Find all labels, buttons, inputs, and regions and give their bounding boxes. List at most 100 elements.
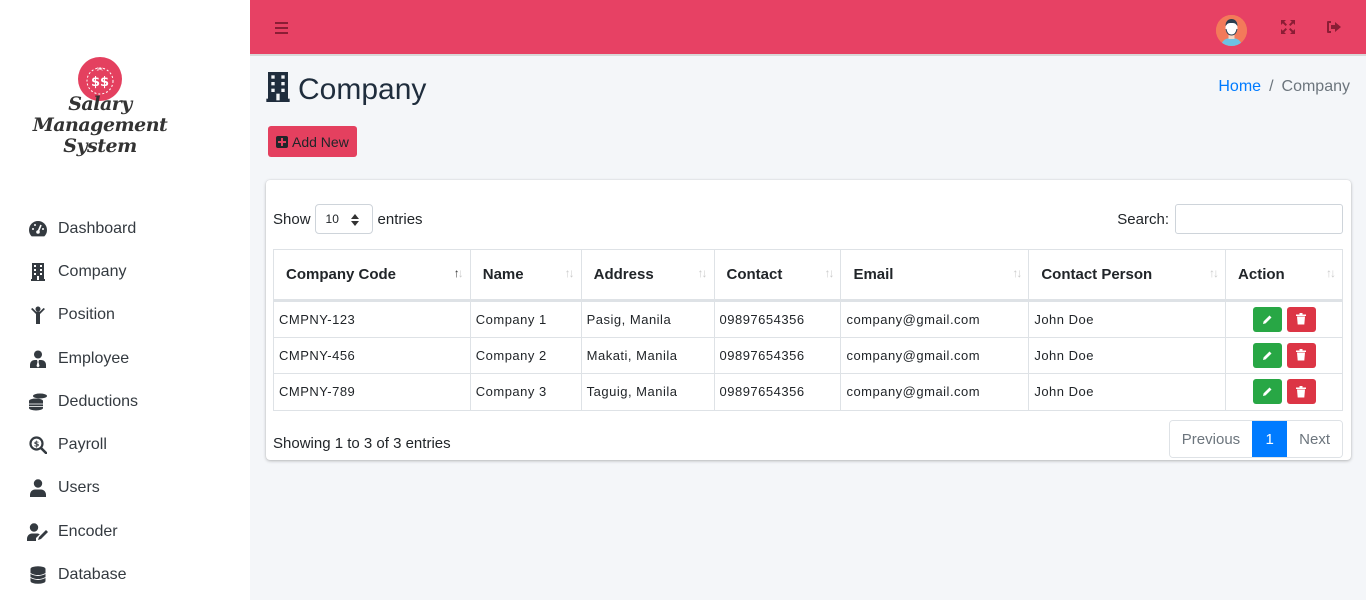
- cell-contact: 09897654356: [713, 336, 842, 375]
- cell-contact: 09897654356: [713, 373, 842, 411]
- sort-icon: ↑↓: [564, 266, 575, 280]
- trash-icon: [1296, 349, 1307, 361]
- user-icon: [26, 478, 50, 498]
- sidebar-item-label: Encoder: [58, 522, 118, 540]
- sidebar-item-encoder[interactable]: Encoder: [0, 510, 250, 553]
- cell-email: company@gmail.com: [840, 336, 1030, 375]
- coins-icon: [26, 392, 50, 412]
- page-title-text: Company: [298, 72, 427, 106]
- sidebar-item-database[interactable]: Database: [0, 553, 250, 596]
- dashboard-gauge-icon: [26, 219, 50, 239]
- sidebar-item-label: Position: [58, 306, 115, 324]
- sidebar-item-label: Company: [58, 262, 127, 280]
- table-row: CMPNY-456 Company 2 Makati, Manila 09897…: [273, 336, 1343, 375]
- expand-icon[interactable]: [1280, 19, 1298, 37]
- company-table-card: Show 10 entries Search: Company Code ↑↓ N…: [266, 180, 1351, 460]
- sort-icon: ↑↓: [697, 266, 708, 280]
- pencil-icon: [1262, 315, 1272, 324]
- edit-button[interactable]: [1252, 306, 1282, 332]
- brand-line-1: Salary Management: [32, 93, 168, 136]
- cell-actions: [1225, 373, 1343, 411]
- column-header-email[interactable]: Email ↑↓: [840, 249, 1030, 302]
- sidebar-item-label: Dashboard: [58, 219, 137, 237]
- search-control: Search:: [1117, 204, 1343, 234]
- cell-company-code: CMPNY-456: [273, 336, 471, 375]
- show-label: Show: [273, 210, 311, 228]
- delete-button[interactable]: [1286, 379, 1316, 405]
- search-input[interactable]: [1175, 204, 1343, 234]
- sign-out-icon[interactable]: [1325, 19, 1343, 37]
- sidebar-item-position[interactable]: Position: [0, 294, 250, 337]
- cell-contact-person: John Doe: [1028, 300, 1227, 338]
- add-new-button[interactable]: Add New: [268, 126, 357, 157]
- page-1-button[interactable]: 1: [1252, 421, 1288, 457]
- pencil-icon: [1262, 387, 1272, 397]
- sidebar-item-employee[interactable]: Employee: [0, 337, 250, 380]
- trash-icon: [1296, 385, 1307, 398]
- sidebar-item-dashboard[interactable]: Dashboard: [0, 207, 250, 250]
- cell-contact-person: John Doe: [1028, 373, 1227, 411]
- column-header-contact-person[interactable]: Contact Person ↑↓: [1028, 249, 1227, 302]
- building-icon: [266, 72, 290, 107]
- hamburger-icon[interactable]: [274, 20, 290, 36]
- trash-icon: [1296, 313, 1307, 325]
- sidebar: $$ ✂ Salary Management System Dashboard …: [0, 0, 250, 600]
- add-new-label: Add New: [292, 133, 349, 150]
- column-label: Action: [1238, 266, 1285, 283]
- top-navbar: [250, 0, 1366, 56]
- sidebar-item-users[interactable]: Users: [0, 467, 250, 510]
- cell-company-code: CMPNY-123: [273, 300, 471, 338]
- sidebar-item-company[interactable]: Company: [0, 250, 250, 293]
- page-length-value: 10: [325, 212, 339, 226]
- table-header-row: Company Code ↑↓ Name ↑↓ Address ↑↓ Contact ↑…: [273, 249, 1343, 302]
- avatar-icon[interactable]: [1216, 15, 1247, 46]
- column-header-name[interactable]: Name ↑↓: [469, 249, 582, 302]
- cell-name: Company 1: [469, 300, 582, 338]
- cell-contact: 09897654356: [713, 300, 842, 338]
- next-page-button[interactable]: Next: [1287, 421, 1342, 457]
- cell-address: Makati, Manila: [580, 336, 715, 375]
- column-header-contact[interactable]: Contact ↑↓: [713, 249, 842, 302]
- cell-email: company@gmail.com: [840, 373, 1030, 411]
- cell-name: Company 2: [469, 336, 582, 375]
- cell-address: Pasig, Manila: [580, 300, 715, 338]
- sidebar-item-deductions[interactable]: Deductions: [0, 380, 250, 423]
- column-label: Email: [853, 266, 894, 283]
- entries-label: entries: [377, 210, 423, 228]
- table-row: CMPNY-789 Company 3 Taguig, Manila 09897…: [273, 373, 1343, 411]
- page-length-control: Show 10 entries: [273, 204, 423, 234]
- column-header-action[interactable]: Action ↑↓: [1225, 249, 1343, 302]
- breadcrumb-separator: /: [1269, 78, 1274, 95]
- user-tie-icon: [26, 349, 50, 369]
- sidebar-item-label: Employee: [58, 349, 130, 367]
- sidebar-item-label: Users: [58, 479, 100, 497]
- delete-button[interactable]: [1286, 306, 1316, 332]
- sidebar-item-label: Payroll: [58, 436, 107, 454]
- sidebar-item-label: Deductions: [58, 392, 139, 410]
- column-header-company-code[interactable]: Company Code ↑↓: [273, 249, 471, 302]
- previous-page-button[interactable]: Previous: [1169, 421, 1253, 457]
- sort-icon: ↑↓: [453, 266, 464, 280]
- sidebar-item-payroll[interactable]: $ Payroll: [0, 423, 250, 466]
- table-row: CMPNY-123 Company 1 Pasig, Manila 098976…: [273, 300, 1343, 338]
- cell-email: company@gmail.com: [840, 300, 1030, 338]
- table-info: Showing 1 to 3 of 3 entries: [273, 435, 451, 452]
- brand[interactable]: $$ ✂ Salary Management System: [0, 56, 200, 157]
- page-length-select[interactable]: 10: [314, 204, 373, 234]
- sort-icon: ↑↓: [1209, 266, 1219, 280]
- svg-text:$: $: [34, 440, 40, 449]
- cell-address: Taguig, Manila: [580, 373, 715, 411]
- breadcrumb-current: Company: [1281, 78, 1350, 95]
- column-header-address[interactable]: Address ↑↓: [580, 249, 715, 302]
- breadcrumb-home-link[interactable]: Home: [1218, 78, 1261, 96]
- column-label: Contact Person: [1041, 266, 1153, 283]
- cell-actions: [1225, 300, 1343, 338]
- sort-icon: ↑↓: [1326, 266, 1336, 280]
- edit-button[interactable]: [1252, 379, 1282, 405]
- column-label: Company Code: [286, 266, 397, 283]
- edit-button[interactable]: [1252, 342, 1282, 368]
- svg-text:$$: $$: [91, 75, 109, 90]
- delete-button[interactable]: [1286, 342, 1316, 368]
- search-label: Search:: [1117, 210, 1169, 228]
- person-raised-arms-icon: [26, 305, 50, 325]
